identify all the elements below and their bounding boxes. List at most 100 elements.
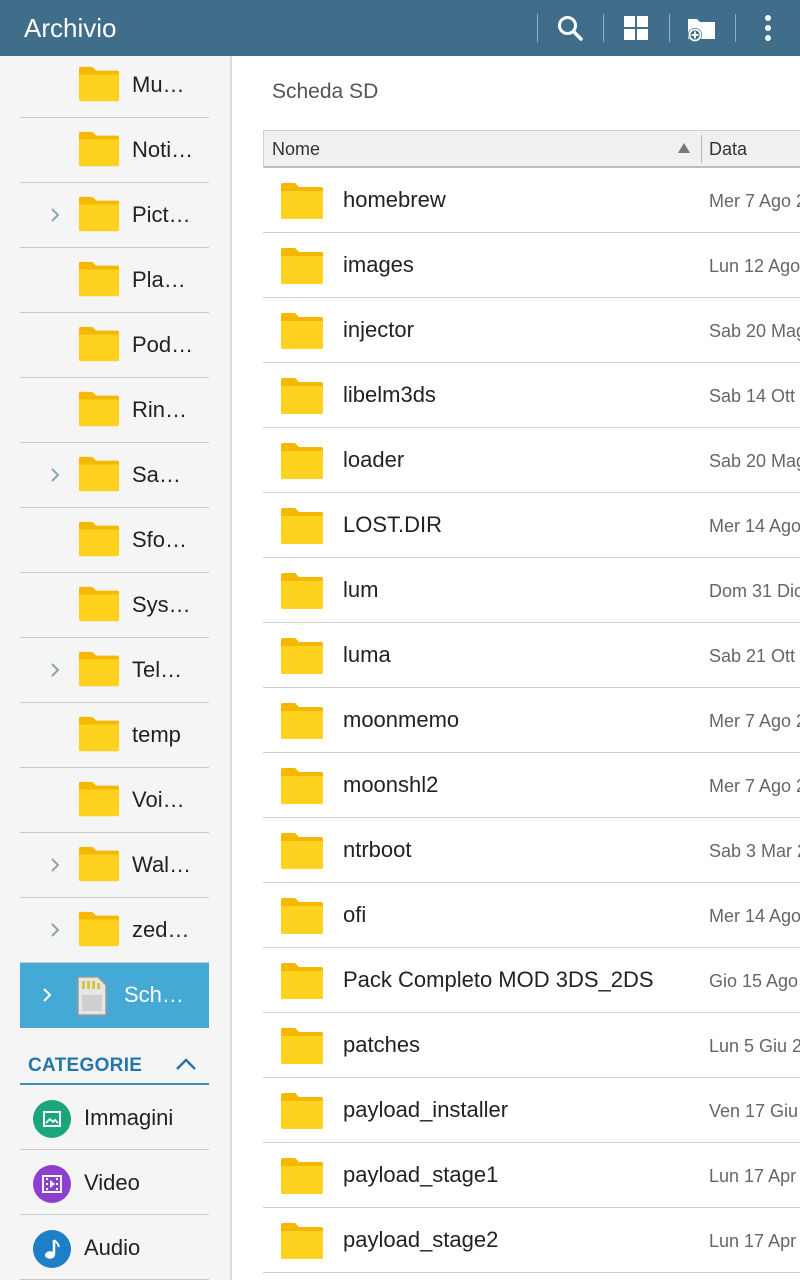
sidebar-item-label: Wal… — [132, 852, 192, 877]
sidebar-item-label: Sfo… — [132, 527, 188, 552]
new-folder-icon — [688, 19, 715, 42]
search-icon — [558, 16, 583, 41]
file-row[interactable]: payload_installer Ven 17 Giu — [263, 1078, 800, 1143]
column-divider[interactable] — [701, 135, 702, 163]
folder-icon — [280, 312, 324, 350]
sidebar: Mu… Noti… Pict… Pla… Pod… Rin… Sa… Sfo… Sys… Tel…… — [0, 56, 232, 1280]
column-date-header[interactable]: Data — [709, 139, 747, 160]
music-note-icon — [33, 1230, 71, 1268]
file-row[interactable]: luma Sab 21 Ott 2 — [263, 623, 800, 688]
search-button[interactable] — [540, 0, 600, 56]
sidebar-item[interactable]: Noti… — [20, 118, 209, 183]
column-name-header[interactable]: Nome — [272, 139, 320, 160]
file-row[interactable]: LOST.DIR Mer 14 Ago — [263, 493, 800, 558]
file-date: Mer 14 Ago — [709, 516, 800, 536]
chevron-right-icon[interactable] — [48, 205, 62, 225]
category-video[interactable]: Video — [20, 1150, 209, 1215]
folder-icon — [78, 520, 120, 558]
category-images[interactable]: Immagini — [20, 1085, 209, 1150]
file-row[interactable]: libelm3ds Sab 14 Ott 2 — [263, 363, 800, 428]
file-date: Lun 12 Ago — [709, 256, 800, 276]
file-name: moonmemo — [343, 707, 460, 732]
file-row[interactable]: Pack Completo MOD 3DS_2DS Gio 15 Ago — [263, 948, 800, 1013]
file-name: payload_stage2 — [343, 1227, 499, 1252]
sidebar-item-label: Pict… — [132, 202, 191, 227]
folder-icon — [280, 832, 324, 870]
folder-icon — [78, 260, 120, 298]
file-row[interactable]: moonmemo Mer 7 Ago 2 — [263, 688, 800, 753]
sort-ascending-icon[interactable] — [678, 143, 690, 153]
file-row[interactable]: ntrboot Sab 3 Mar 2 — [263, 818, 800, 883]
sidebar-item[interactable]: Pla… — [20, 248, 209, 313]
toolbar-divider — [537, 14, 538, 42]
category-audio[interactable]: Audio — [20, 1215, 209, 1280]
file-name: libelm3ds — [343, 382, 436, 407]
breadcrumb[interactable]: Scheda SD — [272, 80, 378, 104]
folder-icon — [280, 182, 324, 220]
file-name: payload_installer — [343, 1097, 509, 1122]
sidebar-item[interactable]: Rin… — [20, 378, 209, 443]
image-icon — [33, 1100, 71, 1138]
video-icon — [33, 1165, 71, 1203]
folder-icon — [78, 585, 120, 623]
folder-icon — [280, 247, 324, 285]
sidebar-item-label: Pod… — [132, 332, 194, 357]
file-name: homebrew — [343, 187, 446, 212]
folder-icon — [78, 65, 120, 103]
sidebar-item-label: Noti… — [132, 137, 194, 162]
view-mode-button[interactable] — [606, 0, 666, 56]
file-row[interactable]: patches Lun 5 Giu 20 — [263, 1013, 800, 1078]
file-date: Lun 17 Apr — [709, 1166, 797, 1186]
sidebar-item[interactable]: Mu… — [20, 56, 209, 118]
sidebar-item[interactable]: Sfo… — [20, 508, 209, 573]
file-row[interactable]: loader Sab 20 Mag — [263, 428, 800, 493]
sidebar-item[interactable]: Pict… — [20, 183, 209, 248]
file-date: Mer 14 Ago — [709, 906, 800, 926]
categories-header[interactable]: CATEGORIE — [20, 1049, 209, 1085]
chevron-up-icon[interactable] — [175, 1057, 197, 1071]
overflow-menu-button[interactable] — [738, 0, 798, 56]
chevron-right-icon[interactable] — [40, 985, 54, 1005]
file-row[interactable]: payload_stage1 Lun 17 Apr — [263, 1143, 800, 1208]
new-folder-button[interactable] — [672, 0, 732, 56]
file-row[interactable]: homebrew Mer 7 Ago 2 — [263, 168, 800, 233]
file-row[interactable]: ofi Mer 14 Ago — [263, 883, 800, 948]
file-date: Lun 5 Giu 20 — [709, 1036, 800, 1056]
sidebar-item[interactable]: Sa… — [20, 443, 209, 508]
file-row[interactable]: payload_stage2 Lun 17 Apr — [263, 1208, 800, 1273]
sidebar-item[interactable]: Wal… — [20, 833, 209, 898]
chevron-right-icon[interactable] — [48, 920, 62, 940]
sidebar-item[interactable]: zed… — [20, 898, 209, 963]
toolbar-divider — [735, 14, 736, 42]
file-row[interactable]: images Lun 12 Ago — [263, 233, 800, 298]
sidebar-item-sd-card[interactable]: Sch… — [20, 963, 209, 1028]
file-name: ofi — [343, 902, 367, 927]
file-date: Sab 20 Mag — [709, 451, 800, 471]
chevron-right-icon[interactable] — [48, 855, 62, 875]
folder-icon — [280, 572, 324, 610]
file-row[interactable]: injector Sab 20 Mag — [263, 298, 800, 363]
folder-icon — [78, 130, 120, 168]
sidebar-item[interactable]: Pod… — [20, 313, 209, 378]
folder-icon — [280, 1092, 324, 1130]
categories-label: CATEGORIE — [28, 1055, 143, 1076]
sidebar-item-label: Sys… — [132, 592, 191, 617]
sidebar-item-label: zed… — [132, 917, 190, 942]
chevron-right-icon[interactable] — [48, 660, 62, 680]
sidebar-item[interactable]: temp — [20, 703, 209, 768]
sidebar-item-label: Pla… — [132, 267, 186, 292]
file-date: Mer 7 Ago 2 — [709, 191, 800, 211]
sidebar-item[interactable]: Tel… — [20, 638, 209, 703]
file-date: Mer 7 Ago 2 — [709, 711, 800, 731]
sidebar-item[interactable]: Sys… — [20, 573, 209, 638]
file-row[interactable]: moonshl2 Mer 7 Ago 2 — [263, 753, 800, 818]
folder-icon — [280, 897, 324, 935]
chevron-right-icon[interactable] — [48, 465, 62, 485]
file-name: patches — [343, 1032, 421, 1057]
folder-icon — [78, 910, 120, 948]
sidebar-item[interactable]: Voi… — [20, 768, 209, 833]
category-label: Video — [84, 1170, 140, 1195]
folder-icon — [78, 780, 120, 818]
file-row[interactable]: lum Dom 31 Dic — [263, 558, 800, 623]
sidebar-item-label: Sa… — [132, 462, 181, 487]
